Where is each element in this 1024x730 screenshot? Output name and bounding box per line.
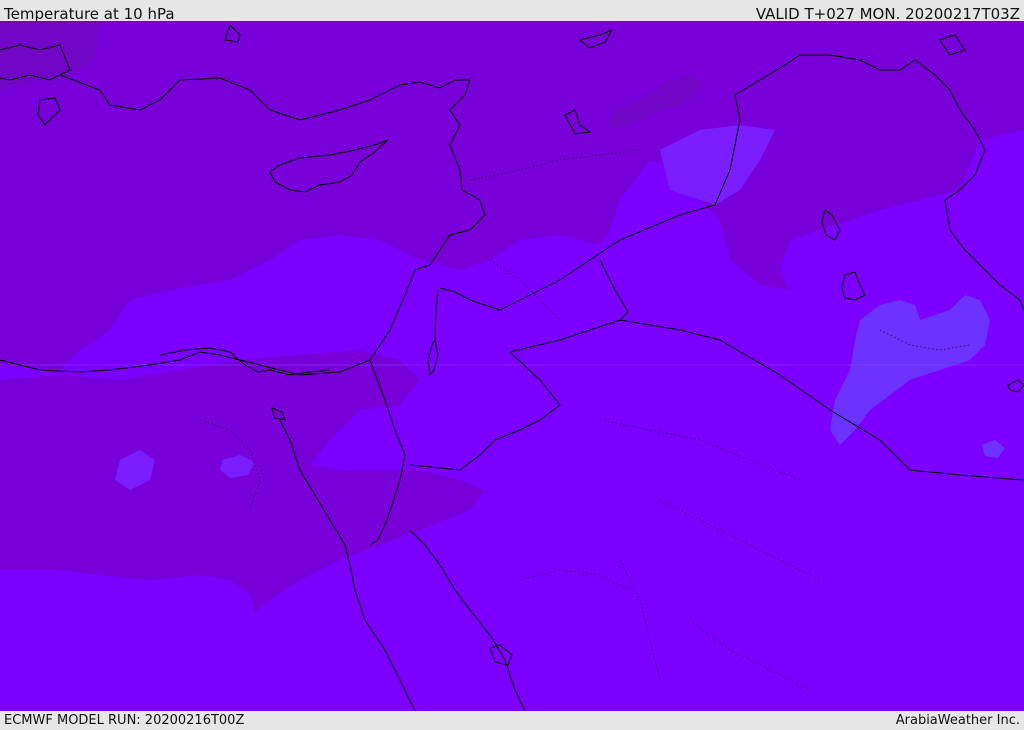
footer-bar: ECMWF MODEL RUN: 20200216T00Z ArabiaWeat… — [0, 711, 1024, 729]
header-bar: Temperature at 10 hPa VALID T+027 MON. 2… — [0, 0, 1024, 23]
model-run: ECMWF MODEL RUN: 20200216T00Z — [4, 713, 245, 728]
map-canvas — [0, 21, 1024, 711]
temperature-map[interactable] — [0, 21, 1024, 711]
credit: ArabiaWeather Inc. — [895, 713, 1020, 728]
